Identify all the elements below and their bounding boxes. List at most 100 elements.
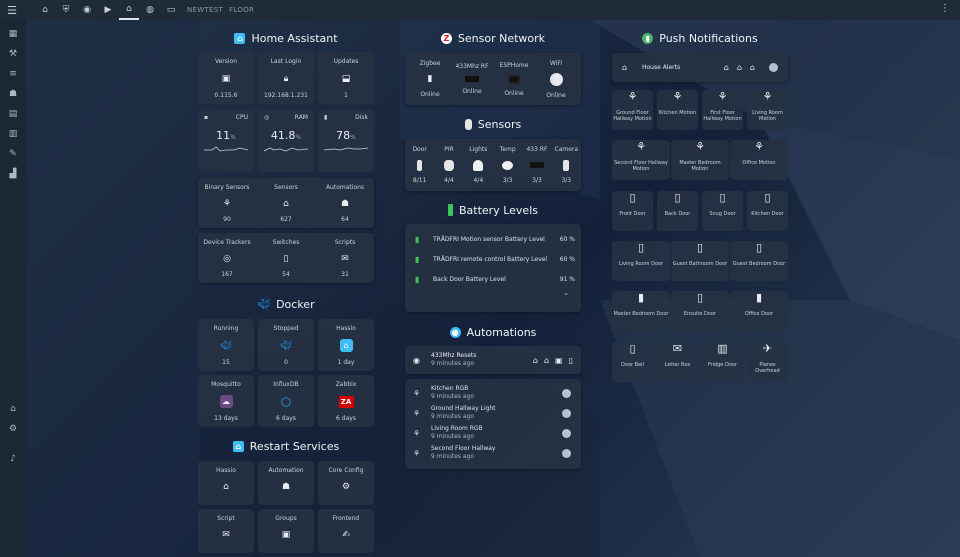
house-icon[interactable]: ⌂ bbox=[119, 0, 139, 20]
ram-gauge[interactable]: ◎ RAM 41.8% bbox=[258, 110, 314, 172]
binary-sensors-tile[interactable]: Binary Sensors ⚘ 90 bbox=[198, 178, 256, 228]
sensor-lights[interactable]: Lights 4/4 bbox=[465, 146, 491, 184]
toggle-switch[interactable] bbox=[562, 408, 571, 418]
docker-hassio-tile[interactable]: Hassio ⌂ 1 day bbox=[318, 319, 374, 371]
cpu-gauge[interactable]: ▪ CPU 11% bbox=[198, 110, 254, 172]
docker-running-tile[interactable]: Running 🐳︎ 15 bbox=[198, 319, 254, 371]
more-vert-icon[interactable]: ⋮ bbox=[940, 3, 950, 14]
notify-tile[interactable]: ✉ Letter Box bbox=[657, 342, 698, 382]
notify-tile[interactable]: ▥ Fridge Door bbox=[702, 342, 743, 382]
disk-gauge[interactable]: ▮ Disk 78% bbox=[318, 110, 374, 172]
restart-script-button[interactable]: Script ✉ bbox=[198, 509, 254, 553]
notify-tile[interactable]: ⚘ Ground Floor Hallway Motion bbox=[612, 90, 653, 130]
chart-icon[interactable]: ▟ bbox=[0, 164, 26, 184]
toggle-switch[interactable] bbox=[562, 388, 571, 398]
notify-tile[interactable]: ▮ Master Bedroom Door bbox=[612, 291, 670, 331]
notify-tile[interactable]: ⚘ Master Bedroom Motion bbox=[671, 140, 729, 180]
terminal-icon[interactable]: ▶ bbox=[98, 0, 118, 20]
network-zigbee[interactable]: Zigbee ▮ Online bbox=[410, 60, 450, 98]
notify-tile[interactable]: ⚘ Office Motion bbox=[730, 140, 788, 180]
restart-core-config-button[interactable]: Core Config ⚙ bbox=[318, 461, 374, 505]
docker-stopped-tile[interactable]: Stopped 🐳︎ 0 bbox=[258, 319, 314, 371]
chevron-down-icon[interactable]: ⌄ bbox=[405, 289, 581, 297]
notify-tile[interactable]: ⚘ Second Floor Hallway Motion bbox=[612, 140, 670, 180]
battery-row[interactable]: ▮ Back Door Battery Level 91 % bbox=[405, 269, 581, 289]
sensor-pir[interactable]: PIR 4/4 bbox=[436, 146, 462, 184]
notify-tile[interactable]: ▯ Door Bell bbox=[612, 342, 653, 382]
tile-value: 15 bbox=[222, 359, 230, 366]
robot-icon[interactable]: ☗ bbox=[0, 84, 26, 104]
notify-tile[interactable]: ⚘ Kitchen Motion bbox=[657, 90, 698, 130]
shield-icon[interactable]: ⛨ bbox=[56, 0, 76, 20]
server-icon[interactable]: ▥ bbox=[0, 124, 26, 144]
door-icon[interactable]: ▯ bbox=[569, 356, 573, 365]
automation-row[interactable]: ⚘ Kitchen RGB 9 minutes ago bbox=[405, 383, 581, 403]
menu-icon[interactable]: ☰ bbox=[0, 4, 24, 17]
sensor-door[interactable]: Door 8/11 bbox=[407, 146, 433, 184]
notify-tile[interactable]: ▯ Kitchen Door bbox=[747, 191, 788, 231]
dashboard-icon[interactable]: ▦ bbox=[0, 24, 26, 44]
automation-row[interactable]: ⚘ Second Floor Hallway 9 minutes ago bbox=[405, 443, 581, 463]
scripts-tile[interactable]: Scripts ✉ 31 bbox=[316, 233, 374, 283]
restart-automation-button[interactable]: Automation ☗ bbox=[258, 461, 314, 505]
cctv-icon[interactable]: ◉ bbox=[77, 0, 97, 20]
notify-tile[interactable]: ⚘ Living Room Motion bbox=[747, 90, 788, 130]
notify-tile[interactable]: ▯ Front Door bbox=[612, 191, 653, 231]
home-icon[interactable]: ⌂ bbox=[724, 63, 729, 72]
notify-tile[interactable]: ▯ Guest Bathroom Door bbox=[671, 241, 729, 281]
updates-tile[interactable]: Updates ⬓ 1 bbox=[318, 52, 374, 104]
sensor-temp[interactable]: Temp 3/3 bbox=[495, 146, 521, 184]
notify-tile[interactable]: ⚘ First Floor Hallway Motion bbox=[702, 90, 743, 130]
notify-tile[interactable]: ▮ Office Door bbox=[730, 291, 788, 331]
switches-tile[interactable]: Switches ▯ 54 bbox=[257, 233, 315, 283]
sensors-tile[interactable]: Sensors ⌂ 627 bbox=[257, 178, 315, 228]
network-433rf[interactable]: 433Mhz RF Online bbox=[452, 63, 492, 95]
battery-row[interactable]: ▮ TRÅDFRI Motion sensor Battery Level 60 % bbox=[405, 229, 581, 249]
home-icon[interactable]: ⌂ bbox=[750, 63, 755, 72]
tab-newtest[interactable]: NEWTEST bbox=[187, 6, 223, 14]
docker-mosquitto-tile[interactable]: Mosquitto ☁ 13 days bbox=[198, 375, 254, 427]
docker-zabbix-tile[interactable]: Zabbix ZA 6 days bbox=[318, 375, 374, 427]
notify-tile[interactable]: ▯ Living Room Door bbox=[612, 241, 670, 281]
restart-groups-button[interactable]: Groups ▣ bbox=[258, 509, 314, 553]
notify-tile[interactable]: ▯ Guest Bedroom Door bbox=[730, 241, 788, 281]
notify-tile[interactable]: ▯ Back Door bbox=[657, 191, 698, 231]
sensor-433rf[interactable]: 433 RF 3/3 bbox=[524, 146, 550, 184]
notify-tile[interactable]: ✈ Planes Overhead bbox=[747, 342, 788, 382]
device-trackers-tile[interactable]: Device Trackers ◎ 167 bbox=[198, 233, 256, 283]
network-esphome[interactable]: ESPHome Online bbox=[494, 62, 534, 97]
garage-icon[interactable]: ▣ bbox=[555, 356, 563, 365]
house-alerts-card[interactable]: ⌂ House Alerts ⌂ ⌂ ⌂ bbox=[612, 53, 788, 82]
book-icon[interactable]: ▤ bbox=[0, 104, 26, 124]
tab-floor[interactable]: FLOOR bbox=[229, 6, 254, 14]
restart-hassio-button[interactable]: Hassio ⌂ bbox=[198, 461, 254, 505]
home-icon[interactable]: ⌂ bbox=[35, 0, 55, 20]
network-wifi[interactable]: WiFi Online bbox=[536, 60, 576, 99]
automations-tile[interactable]: Automations ☗ 64 bbox=[316, 178, 374, 228]
bell-icon[interactable]: ♪ bbox=[0, 449, 26, 469]
toggle-switch[interactable] bbox=[562, 448, 571, 458]
restart-frontend-button[interactable]: Frontend ✍ bbox=[318, 509, 374, 553]
hammer-icon[interactable]: ⚒ bbox=[0, 44, 26, 64]
home-icon[interactable]: ⌂ bbox=[737, 63, 742, 72]
last-login-tile[interactable]: Last Login 🔒︎ 192.168.1.231 bbox=[258, 52, 314, 104]
list-icon[interactable]: ≡ bbox=[0, 64, 26, 84]
rf-resets-card[interactable]: ◉ 433Mhz Resets 9 minutes ago ⌂ ⌂ ▣ ▯ bbox=[405, 346, 581, 374]
home-icon[interactable]: ⌂ bbox=[544, 356, 549, 365]
home-icon[interactable]: ⌂ bbox=[533, 356, 538, 365]
wrench-icon[interactable]: ✎ bbox=[0, 144, 26, 164]
notify-tile[interactable]: ▯ Ensuite Door bbox=[671, 291, 729, 331]
notify-tile[interactable]: ▯ Snug Door bbox=[702, 191, 743, 231]
battery-row[interactable]: ▮ TRÅDFRI remote control Battery Level 60 … bbox=[405, 249, 581, 269]
automation-row[interactable]: ⚘ Ground Hallway Light 9 minutes ago bbox=[405, 403, 581, 423]
docker-influxdb-tile[interactable]: InfluxDB ⬡ 6 days bbox=[258, 375, 314, 427]
globe-icon[interactable]: ◍ bbox=[140, 0, 160, 20]
automation-row[interactable]: ⚘ Living Room RGB 9 minutes ago bbox=[405, 423, 581, 443]
gear-icon[interactable]: ⚙ bbox=[0, 419, 26, 439]
toggle-switch[interactable] bbox=[562, 428, 571, 438]
house-icon[interactable]: ⌂ bbox=[0, 399, 26, 419]
toggle-switch[interactable] bbox=[769, 63, 778, 72]
bed-icon[interactable]: ▭ bbox=[161, 0, 181, 20]
sensor-camera[interactable]: Camera 3/3 bbox=[553, 146, 579, 184]
version-tile[interactable]: Version ▣ 0.115.6 bbox=[198, 52, 254, 104]
